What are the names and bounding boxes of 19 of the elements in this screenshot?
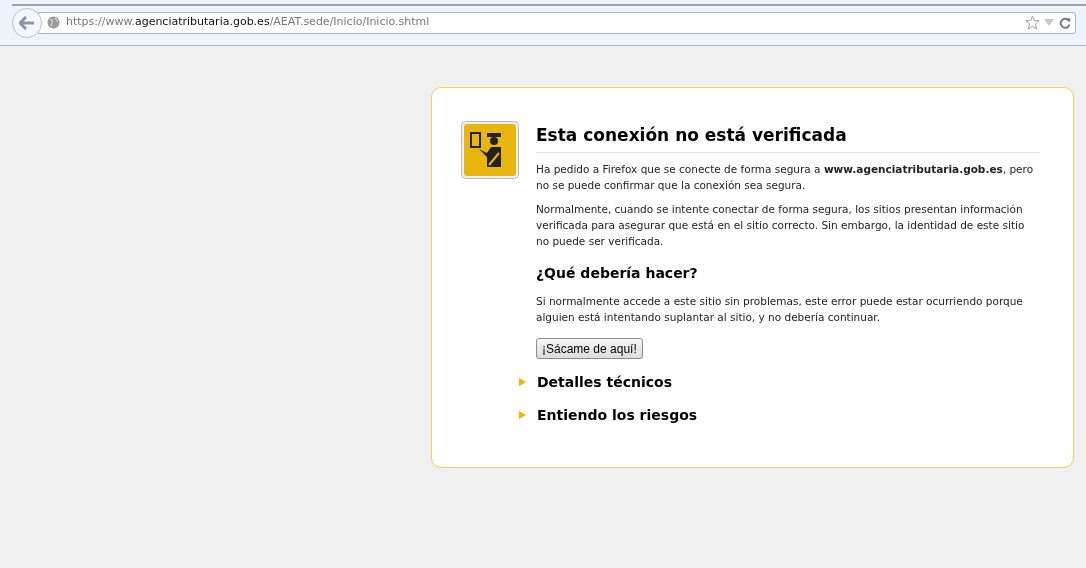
star-icon[interactable] [1025, 15, 1040, 30]
get-me-out-button[interactable]: ¡Sácame de aquí! [536, 338, 643, 359]
address-bar[interactable]: https://www.agenciatributaria.gob.es/AEAT.sede/Inicio/Inicio.shtml [38, 11, 1076, 34]
triangle-icon [519, 378, 526, 386]
officer-icon [461, 121, 519, 179]
section-heading: ¿Qué debería hacer? [536, 263, 699, 283]
expander-toggle[interactable]: Detalles técnicos [519, 371, 1040, 393]
triangle-icon [519, 411, 526, 419]
reload-icon[interactable] [1059, 16, 1071, 29]
dropdown-icon[interactable] [1044, 19, 1054, 26]
paragraph: Normalmente, cuando se intente conectar de forma segura, los sitios presentan información verificada para asegurar que está en el sitio correcto. Sin embargo, la identidad de este sitio no puede ser verificada. [536, 201, 1026, 249]
error-title: Esta conexión no está verificada [536, 123, 1040, 153]
back-arrow-icon [19, 15, 35, 30]
globe-icon [47, 16, 60, 29]
advice-text: Si normalmente accede a este sitio sin problemas, este error puede estar ocurriendo porque alguien está intentando suplantar al sitio, y no debería continuar. [536, 293, 1024, 325]
url-text: https://www.agenciatributaria.gob.es/AEAT.sede/Inicio/Inicio.shtml [66, 14, 430, 31]
expander-toggle[interactable]: Entiendo los riesgos [519, 404, 1040, 426]
paragraph: Ha pedido a Firefox que se conecte de forma segura a www.agenciatributaria.gob.es, pero no se puede confirmar que la conexión sea segura. [536, 161, 1035, 193]
back-button[interactable] [12, 7, 42, 38]
